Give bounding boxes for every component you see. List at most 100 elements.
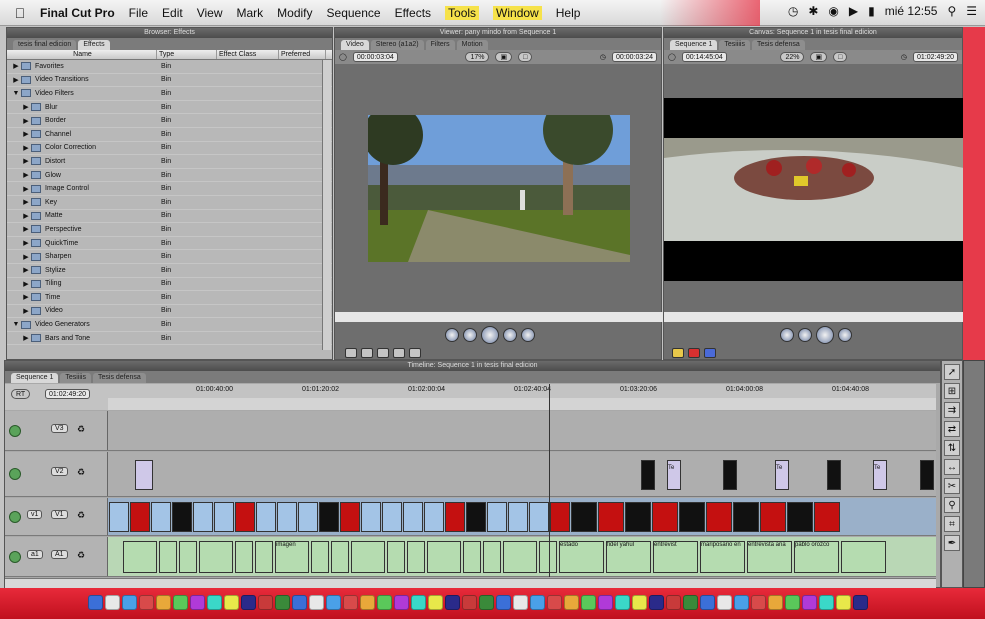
pen-tool-icon[interactable]: ✒ xyxy=(944,535,960,551)
v1-clip[interactable] xyxy=(445,502,465,532)
v1-clip[interactable] xyxy=(760,502,786,532)
roll-tool-icon[interactable]: ⇅ xyxy=(944,440,960,456)
tab-sequence-1[interactable]: Sequence 1 xyxy=(670,40,718,50)
a1-clip[interactable] xyxy=(199,541,233,573)
a1-clip[interactable] xyxy=(841,541,886,573)
v1-visibility-icon[interactable] xyxy=(9,511,21,523)
dock-app-icon[interactable] xyxy=(258,595,273,610)
dock-app-icon[interactable] xyxy=(717,595,732,610)
v1-clip[interactable] xyxy=(550,502,570,532)
dock-app-icon[interactable] xyxy=(88,595,103,610)
v1-clip[interactable] xyxy=(466,502,486,532)
effect-row[interactable]: ▶ Border Bin xyxy=(7,114,332,128)
v2-title-clip[interactable] xyxy=(827,460,841,490)
tab-filters[interactable]: Filters xyxy=(425,40,455,50)
playhead[interactable] xyxy=(549,384,550,577)
tab-motion[interactable]: Motion xyxy=(456,40,488,50)
v1-lock-icon[interactable]: ♻ xyxy=(77,510,85,521)
dock-app-icon[interactable] xyxy=(275,595,290,610)
disclosure-open-icon[interactable]: ▼ xyxy=(11,90,21,97)
track-a1[interactable]: a1 A1 ♻ imagen estado fidel yahul entrevist… xyxy=(5,537,936,577)
dock-app-icon[interactable] xyxy=(734,595,749,610)
dock-app-icon[interactable] xyxy=(428,595,443,610)
effect-row[interactable]: ▶ Key Bin xyxy=(7,196,332,210)
a1-clip[interactable] xyxy=(427,541,461,573)
dock-app-icon[interactable] xyxy=(615,595,630,610)
v2-title-clip[interactable]: Te xyxy=(873,460,887,490)
tl-tab-sequence-1[interactable]: Sequence 1 xyxy=(11,373,59,383)
effect-row[interactable]: ▶ Sharpen Bin xyxy=(7,250,332,264)
canvas-zoom[interactable]: 22% xyxy=(780,52,805,62)
app-menu[interactable]: Final Cut Pro xyxy=(40,6,115,20)
a1-clip[interactable]: estado xyxy=(559,541,604,573)
dock-app-icon[interactable] xyxy=(598,595,613,610)
a1-clip[interactable] xyxy=(123,541,157,573)
tab-effects[interactable]: Effects xyxy=(78,40,110,50)
canvas-scrubber[interactable] xyxy=(664,312,964,322)
a1-clip[interactable]: mariposario en xyxy=(700,541,745,573)
canvas-next-edit-button[interactable] xyxy=(838,328,852,342)
track-label-v2[interactable]: V2 xyxy=(51,467,68,476)
effect-row[interactable]: ▼ Video Filters Bin xyxy=(7,87,332,101)
viewer-play-around-button[interactable] xyxy=(503,328,517,342)
dock-app-icon[interactable] xyxy=(581,595,596,610)
effect-row[interactable]: ▶ Distort Bin xyxy=(7,155,332,169)
v2-clip[interactable] xyxy=(135,460,153,490)
v1-clip[interactable] xyxy=(487,502,507,532)
a1-clip[interactable] xyxy=(351,541,385,573)
a1-clip[interactable] xyxy=(235,541,253,573)
a1-clip[interactable]: imagen xyxy=(275,541,309,573)
disclosure-open-icon[interactable]: ▼ xyxy=(11,321,21,328)
dock-app-icon[interactable] xyxy=(479,595,494,610)
disclosure-closed-icon[interactable]: ▶ xyxy=(21,144,31,152)
track-label-v3[interactable]: V3 xyxy=(51,424,68,433)
viewer-scrubber[interactable] xyxy=(335,312,663,322)
canvas-play-inout-button[interactable] xyxy=(798,328,812,342)
selection-tool-icon[interactable]: ➚ xyxy=(944,364,960,380)
zoom-tool-icon[interactable]: ⚲ xyxy=(944,497,960,513)
dock-app-icon[interactable] xyxy=(411,595,426,610)
clock[interactable]: mié 12:55 xyxy=(885,4,938,18)
dock-app-icon[interactable] xyxy=(343,595,358,610)
disclosure-closed-icon[interactable]: ▶ xyxy=(21,225,31,233)
dock-app-icon[interactable] xyxy=(530,595,545,610)
jog-icon[interactable]: ◯ xyxy=(339,53,347,61)
canvas-prev-edit-button[interactable] xyxy=(780,328,794,342)
canvas-overlay-popup[interactable]: □ xyxy=(833,52,848,62)
a1-clip[interactable] xyxy=(407,541,425,573)
effect-row[interactable]: ▶ Stylize Bin xyxy=(7,264,332,278)
ripple-tool-icon[interactable]: ⇄ xyxy=(944,421,960,437)
battery-icon[interactable]: ▮ xyxy=(868,4,875,18)
tab-tesis-final[interactable]: tesis final edicion xyxy=(13,40,77,50)
track-v3[interactable]: V3 ♻ xyxy=(5,411,936,451)
viewer-view-popup[interactable]: ▣ xyxy=(495,52,513,62)
v2-title-clip[interactable]: Te xyxy=(667,460,681,490)
track-label-a1-src[interactable]: a1 xyxy=(27,550,43,559)
viewer-play-inout-button[interactable] xyxy=(463,328,477,342)
disclosure-closed-icon[interactable]: ▶ xyxy=(21,171,31,179)
canvas-current-tc[interactable]: 01:02:49:20 xyxy=(913,52,959,62)
v1-clip[interactable] xyxy=(151,502,171,532)
v1-clip[interactable] xyxy=(382,502,402,532)
disclosure-closed-icon[interactable]: ▶ xyxy=(21,239,31,247)
disclosure-closed-icon[interactable]: ▶ xyxy=(21,334,31,342)
a1-clip[interactable]: entrevist xyxy=(653,541,698,573)
v3-lock-icon[interactable]: ♻ xyxy=(77,424,85,435)
menu-window[interactable]: Window xyxy=(493,5,542,20)
edit-select-tool-icon[interactable]: ⊞ xyxy=(944,383,960,399)
effect-row[interactable]: ▶ Perspective Bin xyxy=(7,223,332,237)
effect-row[interactable]: ▶ Video Bin xyxy=(7,305,332,319)
dock-app-icon[interactable] xyxy=(802,595,817,610)
menu-mark[interactable]: Mark xyxy=(237,6,264,20)
menu-view[interactable]: View xyxy=(197,6,223,20)
dock-app-icon[interactable] xyxy=(360,595,375,610)
dock-app-icon[interactable] xyxy=(666,595,681,610)
rt-menu[interactable]: RT xyxy=(11,389,31,399)
dock-app-icon[interactable] xyxy=(173,595,188,610)
apple-icon[interactable]:  xyxy=(0,5,40,21)
viewer-mark-in-button[interactable] xyxy=(409,348,421,358)
dock-app-icon[interactable] xyxy=(564,595,579,610)
dock-app-icon[interactable] xyxy=(513,595,528,610)
disclosure-closed-icon[interactable]: ▶ xyxy=(21,266,31,274)
dock-app-icon[interactable] xyxy=(768,595,783,610)
